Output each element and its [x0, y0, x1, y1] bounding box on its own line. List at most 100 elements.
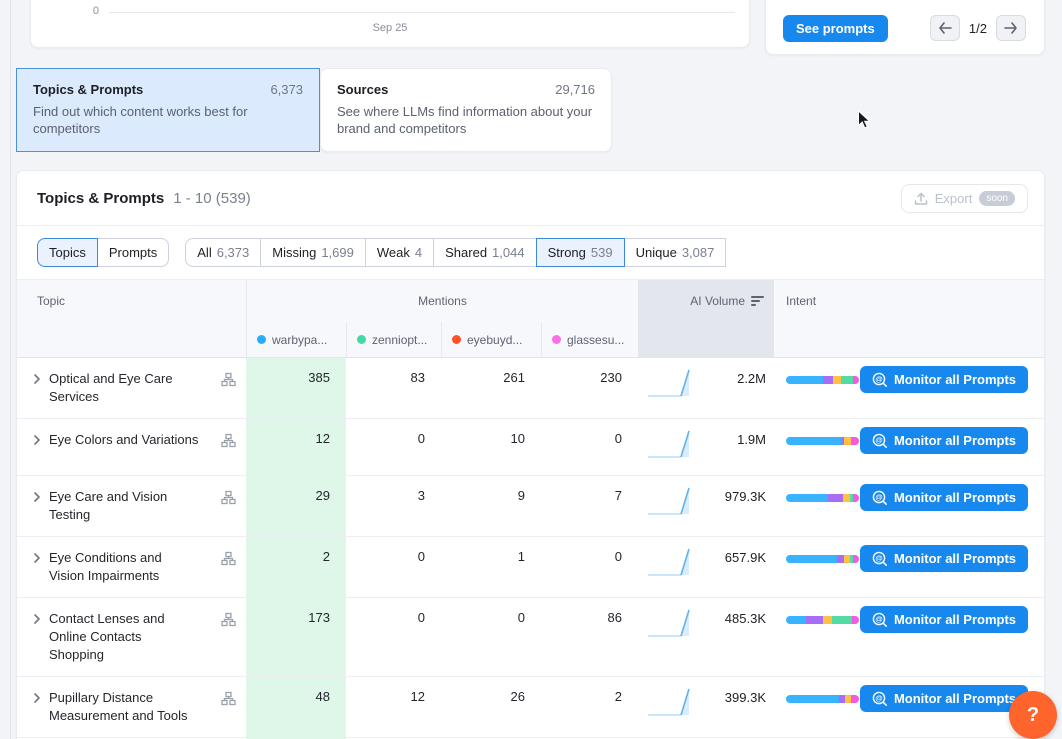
mentions-value-eyebuydirect: 10 [441, 419, 541, 475]
domain-column-header[interactable]: zenniopt... [346, 322, 441, 357]
intent-cell: @ Monitor all Prompts [774, 476, 1044, 536]
intent-segment [828, 494, 843, 502]
prompt-monitor-icon: @ [872, 612, 888, 628]
ai-volume-label: AI Volume [690, 294, 745, 308]
monitor-all-prompts-button[interactable]: @ Monitor all Prompts [860, 484, 1028, 511]
domain-column-header[interactable]: warbypa... [246, 322, 346, 357]
see-prompts-button[interactable]: See prompts [783, 15, 888, 42]
intent-segment [823, 616, 832, 624]
domain-column-header[interactable]: eyebuyd... [441, 322, 541, 357]
chevron-right-icon[interactable] [29, 489, 45, 505]
intent-cell: @ Monitor all Prompts [774, 358, 1044, 418]
intent-segment [851, 437, 859, 445]
intent-cell: @ Monitor all Prompts [774, 677, 1044, 737]
domain-column-header[interactable]: glassesu... [541, 322, 638, 357]
topic-cell[interactable]: Optical and Eye Care Services [17, 358, 246, 418]
intent-segment [853, 555, 859, 563]
next-page-button[interactable] [996, 15, 1026, 41]
monitor-all-prompts-button[interactable]: @ Monitor all Prompts [860, 606, 1028, 633]
filter-count: 1,044 [492, 245, 525, 260]
topics-table-card: Topics & Prompts 1 - 10 (539) Export soo… [16, 170, 1045, 739]
sitemap-icon[interactable] [221, 551, 236, 566]
sitemap-icon[interactable] [221, 490, 236, 505]
chevron-right-icon[interactable] [29, 690, 45, 706]
topic-cell[interactable]: Pupillary Distance Measurement and Tools [17, 677, 246, 737]
monitor-all-prompts-button[interactable]: @ Monitor all Prompts [860, 366, 1028, 393]
topic-cell[interactable]: Eye Colors and Variations [17, 419, 246, 475]
domain-color-dot [452, 335, 461, 344]
chevron-right-icon[interactable] [29, 611, 45, 627]
topic-cell[interactable]: Eye Conditions and Vision Impairments [17, 537, 246, 597]
ai-volume-cell: 979.3K [638, 476, 774, 536]
pagination: 1/2 [930, 15, 1026, 41]
topic-name: Eye Colors and Variations [49, 431, 198, 449]
mentions-value-glassesusa: 86 [541, 598, 638, 676]
sitemap-icon[interactable] [221, 612, 236, 627]
ai-volume-value: 2.2M [737, 362, 766, 386]
monitor-all-prompts-button[interactable]: @ Monitor all Prompts [860, 427, 1028, 454]
column-topic[interactable]: Topic [17, 280, 246, 322]
mentions-value-glassesusa: 7 [541, 476, 638, 536]
sitemap-icon[interactable] [221, 433, 236, 448]
filter-chip[interactable]: Missing 1,699 [260, 238, 366, 267]
ai-volume-header-fill [638, 322, 774, 357]
intent-segment [786, 494, 828, 502]
filter-label: All [197, 245, 211, 260]
filter-chip[interactable]: Shared 1,044 [433, 238, 536, 267]
previous-page-button[interactable] [930, 15, 960, 41]
topic-cell[interactable]: Contact Lenses and Online Contacts Shopp… [17, 598, 246, 676]
monitor-all-prompts-button[interactable]: @ Monitor all Prompts [860, 685, 1028, 712]
filter-chip[interactable]: Strong 539 [536, 238, 625, 267]
mentions-value-eyebuydirect: 26 [441, 677, 541, 737]
domain-color-dot [552, 335, 561, 344]
topic-name: Eye Conditions and Vision Impairments [49, 549, 199, 585]
help-button[interactable]: ? [1009, 691, 1057, 739]
filter-count: 539 [591, 245, 613, 260]
tab-title: Topics & Prompts [33, 82, 143, 97]
mentions-value-zennioptical: 0 [346, 419, 441, 475]
toggle-topics[interactable]: Topics [37, 238, 98, 267]
intent-segment [786, 376, 823, 384]
topic-cell[interactable]: Eye Care and Vision Testing [17, 476, 246, 536]
table-row: Optical and Eye Care Services 385 83 261… [17, 358, 1044, 419]
intent-segment [786, 695, 839, 703]
monitor-all-prompts-button[interactable]: @ Monitor all Prompts [860, 545, 1028, 572]
tab-topics-and-prompts[interactable]: Topics & Prompts 6,373 Find out which co… [16, 68, 320, 152]
chevron-right-icon[interactable] [29, 371, 45, 387]
monitor-button-label: Monitor all Prompts [894, 433, 1016, 448]
mentions-value-zennioptical: 83 [346, 358, 441, 418]
intent-segment [833, 376, 841, 384]
filter-chip[interactable]: Unique 3,087 [624, 238, 727, 267]
export-button[interactable]: Export soon [901, 184, 1028, 213]
trend-sparkline [644, 480, 696, 522]
toggle-prompts[interactable]: Prompts [97, 238, 169, 267]
chevron-right-icon[interactable] [29, 432, 45, 448]
mouse-cursor [857, 110, 871, 130]
intent-cell: @ Monitor all Prompts [774, 598, 1044, 676]
chevron-right-icon[interactable] [29, 550, 45, 566]
filter-chip[interactable]: Weak 4 [365, 238, 434, 267]
intent-distribution-bar [786, 376, 859, 384]
tab-title: Sources [337, 82, 388, 97]
intent-segment [786, 616, 806, 624]
mentions-value-glassesusa: 230 [541, 358, 638, 418]
sitemap-icon[interactable] [221, 691, 236, 706]
chart-x-axis-label: Sep 25 [31, 22, 749, 34]
tab-sources[interactable]: Sources 29,716 See where LLMs find infor… [320, 68, 612, 152]
ai-volume-value: 979.3K [725, 480, 766, 504]
column-intent: Intent [774, 280, 1044, 322]
filter-label: Missing [272, 245, 316, 260]
ai-volume-value: 1.9M [737, 423, 766, 447]
filter-count: 6,373 [217, 245, 250, 260]
table-row: Eye Colors and Variations 12 0 10 0 1.9M [17, 419, 1044, 476]
tab-description: Find out which content works best for co… [33, 103, 303, 137]
filter-chip[interactable]: All 6,373 [185, 238, 261, 267]
table-header: Topics & Prompts 1 - 10 (539) Export soo… [17, 171, 1044, 225]
prompt-monitor-icon: @ [872, 691, 888, 707]
column-ai-volume[interactable]: AI Volume [638, 280, 774, 322]
prompt-monitor-icon: @ [872, 551, 888, 567]
trend-sparkline [644, 681, 696, 723]
table-row: Eye Care and Vision Testing 29 3 9 7 979… [17, 476, 1044, 537]
sitemap-icon[interactable] [221, 372, 236, 387]
table-row: Pupillary Distance Measurement and Tools… [17, 677, 1044, 738]
